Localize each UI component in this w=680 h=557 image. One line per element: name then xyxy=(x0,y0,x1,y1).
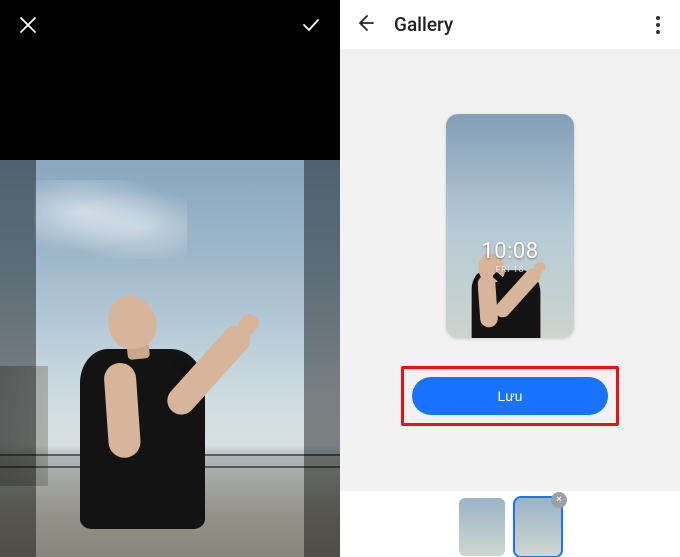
back-button[interactable] xyxy=(354,12,376,38)
close-icon xyxy=(18,15,38,35)
confirm-button[interactable] xyxy=(300,14,322,36)
lockscreen-time: 10:08 xyxy=(446,239,574,264)
thumbnail-remove-button[interactable]: × xyxy=(551,492,567,508)
lockscreen-date: FRI 18 xyxy=(446,265,574,274)
lockscreen-preview[interactable]: 10:08 FRI 18 xyxy=(446,114,574,338)
back-arrow-icon xyxy=(354,12,376,34)
close-button[interactable] xyxy=(18,15,38,35)
thumbnail-item-wrapper: × xyxy=(515,498,561,556)
lockscreen-clock: 10:08 FRI 18 xyxy=(446,239,574,274)
save-button[interactable]: Lưu xyxy=(412,377,608,415)
crop-topbar xyxy=(0,0,340,50)
more-options-button[interactable] xyxy=(650,10,666,40)
photo-viewport[interactable] xyxy=(0,160,340,557)
wallpaper-preview-area: 10:08 FRI 18 Lưu xyxy=(340,50,680,426)
dot-icon xyxy=(656,30,660,34)
thumbnail-item[interactable] xyxy=(459,498,505,556)
editor-padding xyxy=(0,50,340,160)
crop-mask-right xyxy=(304,160,340,557)
crop-mask-left xyxy=(0,160,36,557)
gallery-pane: Gallery 10:08 FRI 18 Lưu xyxy=(340,0,680,557)
gallery-topbar: Gallery xyxy=(340,0,680,50)
page-title: Gallery xyxy=(394,13,632,36)
dot-icon xyxy=(656,23,660,27)
photo-person xyxy=(27,259,265,557)
thumbnail-strip: × xyxy=(340,491,680,557)
check-icon xyxy=(300,14,322,36)
photo-clouds xyxy=(34,180,187,259)
crop-editor-pane xyxy=(0,0,340,557)
save-highlight: Lưu xyxy=(401,366,619,426)
dot-icon xyxy=(656,16,660,20)
